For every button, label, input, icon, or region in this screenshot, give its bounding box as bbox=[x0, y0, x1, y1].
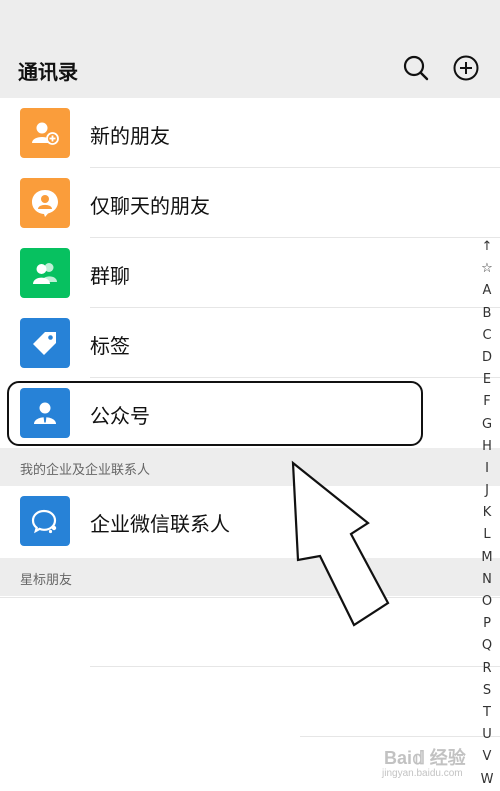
row-label: 群聊 bbox=[90, 264, 130, 288]
index-letter[interactable]: O bbox=[474, 591, 500, 613]
app-header: 通讯录 bbox=[0, 38, 500, 99]
index-letter[interactable]: E bbox=[474, 369, 500, 391]
index-letter[interactable]: N bbox=[474, 569, 500, 591]
index-letter[interactable]: H bbox=[474, 436, 500, 458]
row-label: 标签 bbox=[90, 334, 130, 358]
list-divider bbox=[0, 597, 500, 598]
row-label: 仅聊天的朋友 bbox=[90, 194, 210, 218]
add-button[interactable] bbox=[452, 54, 480, 82]
index-letter[interactable]: D bbox=[474, 347, 500, 369]
list-divider bbox=[300, 736, 500, 737]
index-letter[interactable]: I bbox=[474, 458, 500, 480]
index-letter[interactable]: ↑ bbox=[474, 236, 500, 258]
group-chats-item[interactable]: 群聊 bbox=[0, 238, 500, 308]
watermark-url: jingyan.baidu.com bbox=[382, 768, 463, 779]
chat-only-friends-item[interactable]: 仅聊天的朋友 bbox=[0, 168, 500, 238]
tags-item[interactable]: 标签 bbox=[0, 308, 500, 378]
search-button[interactable] bbox=[402, 54, 430, 82]
index-letter[interactable]: B bbox=[474, 303, 500, 325]
status-bar-area bbox=[0, 0, 500, 38]
index-letter[interactable]: K bbox=[474, 502, 500, 524]
index-letter[interactable]: P bbox=[474, 613, 500, 635]
work-wechat-contact-icon bbox=[20, 496, 70, 546]
index-letter[interactable]: C bbox=[474, 325, 500, 347]
search-icon bbox=[403, 55, 429, 81]
highlight-box bbox=[7, 381, 423, 446]
add-friend-icon bbox=[20, 108, 70, 158]
index-letter[interactable]: T bbox=[474, 702, 500, 724]
index-letter[interactable]: ☆ bbox=[474, 258, 500, 280]
index-letter[interactable]: M bbox=[474, 547, 500, 569]
index-letter[interactable]: L bbox=[474, 524, 500, 546]
new-friends-item[interactable]: 新的朋友 bbox=[0, 98, 500, 168]
row-label: 企业微信联系人 bbox=[90, 512, 230, 536]
section-title: 我的企业及企业联系人 bbox=[20, 463, 151, 478]
watermark-logo-text: Bai𝕕 经验 bbox=[384, 748, 466, 768]
section-header-starred: 星标朋友 bbox=[0, 558, 500, 596]
index-letter[interactable]: G bbox=[474, 414, 500, 436]
group-chat-icon bbox=[20, 248, 70, 298]
index-letter[interactable]: R bbox=[474, 658, 500, 680]
chat-only-friend-icon bbox=[20, 178, 70, 228]
tag-icon bbox=[20, 318, 70, 368]
index-letter[interactable]: F bbox=[474, 391, 500, 413]
index-letter[interactable]: J bbox=[474, 480, 500, 502]
index-letter[interactable]: A bbox=[474, 280, 500, 302]
list-divider bbox=[90, 666, 500, 667]
index-letter[interactable]: Q bbox=[474, 635, 500, 657]
index-letter[interactable]: S bbox=[474, 680, 500, 702]
page-title: 通讯录 bbox=[18, 60, 78, 84]
alphabet-index-bar[interactable]: ↑ ☆ A B C D E F G H I J K L M N O P Q R S T U V W bbox=[474, 236, 500, 791]
baidu-jingyan-watermark: Bai𝕕 经验 jingyan.baidu.com bbox=[380, 738, 500, 787]
section-title: 星标朋友 bbox=[20, 573, 73, 588]
plus-circle-icon bbox=[453, 55, 479, 81]
pointer-arrow-icon bbox=[291, 460, 390, 627]
row-label: 新的朋友 bbox=[90, 124, 170, 148]
section-header-enterprise: 我的企业及企业联系人 bbox=[0, 448, 500, 486]
work-wechat-contacts-item[interactable]: 企业微信联系人 bbox=[0, 486, 500, 556]
